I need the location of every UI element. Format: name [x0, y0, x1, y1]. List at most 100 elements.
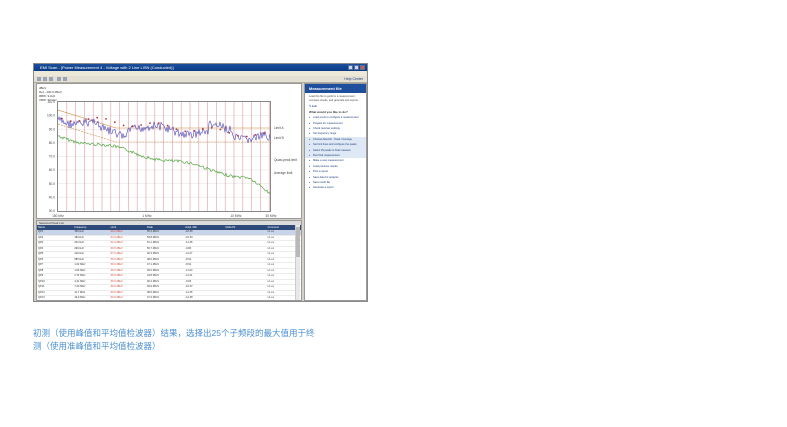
table-cell: [224, 285, 266, 290]
table-cell: 48.0 dBuV: [146, 257, 160, 261]
table-cell: 44.8 dBuV: [146, 274, 160, 277]
table-cell: 7.20 MHz: [74, 285, 86, 288]
y-tick-label: 50.0: [49, 182, 55, 186]
table-cell: 56.0 dBuV: [110, 279, 123, 283]
table-cell: QP3: [38, 241, 44, 244]
table-cell: -10.07: [185, 285, 193, 288]
task-pane-intro: Load this file to perform a measurement,…: [309, 95, 359, 102]
window-title: EMI Scan - [Power Measurement 4 - Voltag…: [40, 65, 174, 70]
minimize-icon[interactable]: [348, 65, 353, 70]
table-cell: QP10: [38, 279, 45, 283]
table-cell: 232 kHz: [74, 241, 84, 244]
scroll-thumb[interactable]: [296, 227, 300, 257]
table-cell: 50.7 dBuV: [146, 246, 160, 250]
table-cell: [224, 247, 266, 252]
table-cell: 57.6 dBuV: [110, 252, 123, 255]
table-cell: 1.66 MHz: [74, 268, 86, 272]
table-cell: 60.0 dBuV: [110, 290, 123, 294]
table-cell: 64.3 dBuV: [110, 235, 123, 239]
maximize-icon[interactable]: [354, 65, 359, 70]
table-cell: 53.8 dBuV: [146, 235, 160, 239]
save-icon[interactable]: [43, 77, 47, 81]
table-cell: 183 kHz: [74, 235, 84, 239]
table-cell: 46.3 dBuV: [146, 252, 160, 255]
table-cell: 47.1 dBuV: [146, 263, 160, 266]
table-cell: [224, 291, 266, 296]
y-tick-label: 30.0: [49, 209, 55, 213]
table-cell: [224, 274, 266, 279]
table-cell: QP12: [38, 290, 45, 294]
table-cell: 150 kHz: [74, 230, 84, 233]
x-tick-label: 10 MHz: [231, 214, 242, 218]
table-cell: [224, 236, 266, 241]
open-icon[interactable]: [37, 77, 41, 81]
marker-icon[interactable]: [63, 77, 67, 81]
table-cell: 60.0 dBuV: [110, 285, 123, 288]
y-tick-label: 80.0: [49, 141, 55, 145]
task-steps: Load a test to configure a measurementPr…: [305, 115, 366, 191]
peak-list-scrollbar[interactable]: [295, 225, 300, 300]
y-tick-label: 60.0: [49, 168, 55, 172]
table-cell: -11.04: [185, 268, 193, 272]
zoom-icon[interactable]: [57, 77, 61, 81]
table-cell: 49.9 dBuV: [146, 285, 160, 288]
axis-labels: 110.0 100.0 90.0 80.0 70.0 60.0 50.0 40.0 30.015…: [47, 100, 297, 218]
table-cell: QP9: [38, 274, 44, 277]
table-cell: [224, 280, 266, 285]
table-cell: QP1: [38, 230, 44, 233]
table-cell: [224, 296, 266, 300]
table-cell: QP4: [38, 246, 44, 250]
table-cell: 56.0 dBuV: [110, 263, 123, 266]
table-cell: [224, 258, 266, 263]
app-screenshot: EMI Scan - [Power Measurement 4 - Voltag…: [33, 63, 368, 302]
edit-link-label[interactable]: Edit: [312, 104, 317, 108]
table-cell: 410 kHz: [74, 252, 84, 255]
table-cell: [224, 252, 266, 257]
spectrum-chart-panel: dBuV Ref: -100.0 dBuV RBW: 9 kHz VBW: 30…: [36, 83, 302, 219]
y-tick-label: 70.0: [49, 155, 55, 159]
table-cell: QP5: [38, 252, 44, 255]
table-cell: -10.53: [185, 235, 193, 239]
table-cell: 4.41 MHz: [74, 279, 86, 283]
table-row[interactable]: QP13 19.0 MHz 60.0 dBuV 47.3 dBuV -12.68 L1 e…: [37, 296, 301, 300]
print-icon[interactable]: [49, 77, 53, 81]
table-cell: 19.0 MHz: [74, 296, 86, 299]
x-tick-label: 150 kHz: [52, 214, 64, 218]
limit-label: Quasi-peak limit: [274, 158, 297, 162]
table-cell: QP13: [38, 296, 45, 299]
table-cell: 48.6 dBuV: [146, 290, 160, 294]
close-icon[interactable]: [360, 65, 365, 70]
y-tick-label: 90.0: [49, 127, 55, 131]
toolbar: Help Center: [34, 76, 367, 83]
task-pane-title: Measurement file: [305, 84, 366, 93]
table-cell: -8.91: [185, 263, 192, 266]
table-cell: -12.68: [185, 296, 193, 299]
table-cell: 60.0 dBuV: [110, 296, 123, 299]
caption-line-2: 测（使用准峰值和平均值检波器）: [33, 341, 161, 351]
table-cell: 11.7 MHz: [74, 290, 86, 294]
table-cell: -9.63: [185, 279, 192, 283]
table-cell: 56.0 dBuV: [110, 268, 123, 272]
table-cell: 290 kHz: [74, 246, 84, 250]
table-cell: 46.4 dBuV: [146, 279, 160, 283]
task-question: What would you like to do?: [309, 110, 348, 115]
table-cell: 66.0 dBuV: [110, 230, 123, 233]
help-center-link[interactable]: Help Center: [344, 77, 363, 81]
limit-label: Limit A: [274, 126, 284, 130]
table-cell: QP6: [38, 257, 44, 261]
table-cell: -10.66: [185, 230, 193, 233]
table-cell: QP11: [38, 285, 45, 288]
table-cell: 585 kHz: [74, 257, 84, 261]
table-cell: -11.35: [185, 241, 193, 244]
task-step-link[interactable]: Generate a report: [305, 185, 366, 191]
table-cell: 62.4 dBuV: [110, 241, 123, 244]
table-cell: -9.80: [185, 246, 192, 250]
x-tick-label: 30 MHz: [266, 214, 277, 218]
title-bar: EMI Scan - [Power Measurement 4 - Voltag…: [34, 64, 367, 71]
peak-list-rows: QP1 150 kHz 66.0 dBuV 55.3 dBuV -10.66 L1 ex Q…: [37, 230, 301, 300]
table-cell: 2.74 MHz: [74, 274, 86, 277]
table-cell: 56.0 dBuV: [110, 257, 123, 261]
limit-label: Average limit: [274, 171, 292, 175]
table-cell: 51.1 dBuV: [146, 241, 160, 244]
table-cell: -11.21: [185, 274, 193, 277]
